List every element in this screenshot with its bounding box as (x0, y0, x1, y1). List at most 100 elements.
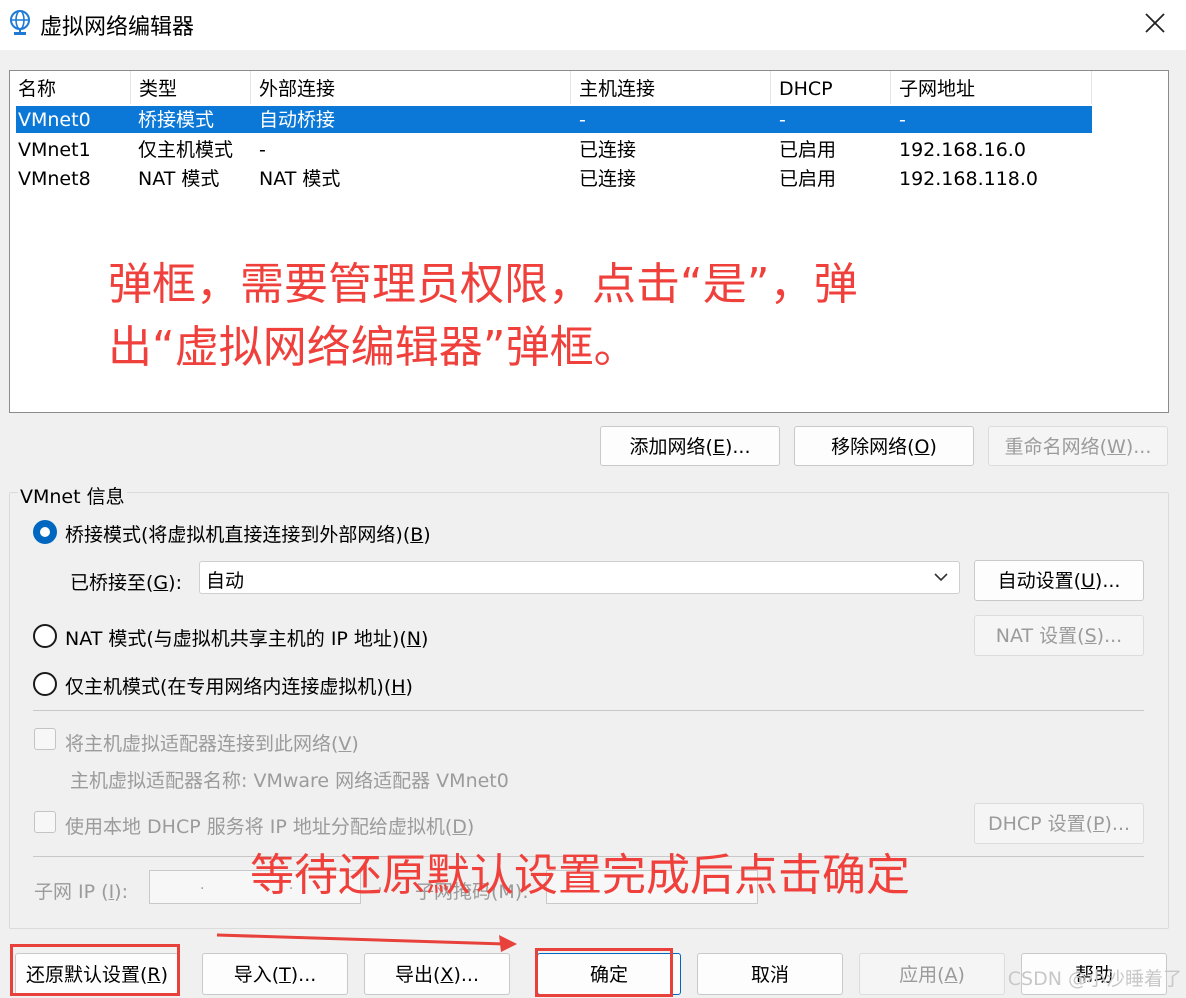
subnet-ip-suffix: ): (114, 881, 128, 903)
close-button[interactable] (1124, 0, 1186, 46)
row-type: 仅主机模式 (138, 139, 234, 161)
connect-adapter-accel: V (338, 733, 352, 755)
dhcp-settings-accel: P (1093, 813, 1105, 835)
remove-network-accel: O (914, 436, 930, 458)
apply-accel: A (944, 964, 958, 986)
row-external: 自动桥接 (259, 109, 336, 131)
nat-settings-accel: S (1084, 625, 1097, 647)
remove-network-button[interactable]: 移除网络(O) (794, 426, 974, 466)
table-row[interactable]: VMnet8 NAT 模式 NAT 模式 已连接 已启用 192.168.118… (16, 165, 1092, 192)
bridged-suffix: ) (423, 524, 431, 546)
row-subnet: - (899, 109, 906, 131)
host-only-text: 仅主机模式(在专用网络内连接虚拟机)( (65, 676, 392, 698)
auto-settings-button[interactable]: 自动设置(U)... (974, 560, 1144, 601)
highlight-ok-box (535, 948, 673, 997)
table-row[interactable]: VMnet1 仅主机模式 - 已连接 已启用 192.168.16.0 (16, 136, 1092, 163)
connect-adapter-label[interactable]: 将主机虚拟适配器连接到此网络(V) (65, 729, 359, 756)
row-external: NAT 模式 (259, 168, 341, 190)
column-header-dhcp[interactable]: DHCP (771, 71, 891, 104)
rename-network-accel: W (1107, 436, 1126, 458)
row-name: VMnet0 (18, 109, 91, 131)
cancel-button[interactable]: 取消 (697, 953, 843, 995)
auto-settings-suffix: )... (1094, 570, 1121, 592)
import-suffix: )... (290, 964, 317, 986)
table-row[interactable]: VMnet0 桥接模式 自动桥接 - - - (16, 106, 1092, 133)
watermark: CSDN @小沙睡着了 (1007, 968, 1182, 990)
add-network-suffix: )... (724, 436, 751, 458)
nat-settings-button[interactable]: NAT 设置(S)... (974, 615, 1144, 656)
bridged-to-label: 已桥接至(G): (70, 568, 182, 595)
bridged-to-suffix: ): (168, 572, 182, 594)
bridged-text: 桥接模式(将虚拟机直接连接到外部网络)( (65, 524, 411, 546)
column-header-subnet[interactable]: 子网地址 (891, 71, 1092, 104)
remove-network-suffix: ) (929, 436, 937, 458)
host-only-label[interactable]: 仅主机模式(在专用网络内连接虚拟机)(H) (65, 672, 413, 699)
use-dhcp-text: 使用本地 DHCP 服务将 IP 地址分配给虚拟机( (65, 816, 453, 838)
nat-text: NAT 模式(与虚拟机共享主机的 IP 地址)( (65, 628, 407, 650)
bridged-to-select[interactable]: 自动 (199, 561, 960, 594)
use-dhcp-suffix: ) (466, 816, 475, 838)
dhcp-settings-button[interactable]: DHCP 设置(P)... (974, 803, 1144, 844)
remove-network-label: 移除网络( (831, 436, 915, 458)
export-accel: X (440, 964, 454, 986)
chevron-down-icon (934, 573, 948, 582)
export-suffix: )... (453, 964, 479, 986)
row-subnet: 192.168.118.0 (899, 168, 1039, 190)
nat-suffix: ) (420, 628, 429, 650)
dhcp-settings-label: DHCP 设置( (987, 813, 1094, 835)
subnet-ip-label: 子网 IP (I): (34, 877, 128, 904)
annotation-top-line2: 出“虚拟网络编辑器”弹框。 (108, 322, 638, 373)
add-network-button[interactable]: 添加网络(E)... (600, 426, 780, 466)
add-network-label: 添加网络( (629, 436, 713, 458)
annotation-bottom: 等待还原默认设置完成后点击确定 (250, 850, 910, 901)
connect-adapter-suffix: ) (351, 733, 359, 755)
auto-settings-accel: U (1080, 570, 1095, 592)
row-external: - (259, 139, 266, 161)
use-dhcp-checkbox[interactable] (34, 811, 56, 833)
use-dhcp-label[interactable]: 使用本地 DHCP 服务将 IP 地址分配给虚拟机(D) (65, 812, 474, 839)
column-header-type[interactable]: 类型 (131, 71, 251, 104)
rename-network-label: 重命名网络( (1004, 436, 1108, 458)
import-accel: T (279, 964, 291, 986)
dhcp-settings-suffix: )... (1104, 813, 1131, 835)
nat-settings-suffix: )... (1096, 625, 1123, 647)
globe-network-icon (10, 10, 30, 35)
subnet-ip-text: 子网 IP ( (34, 881, 109, 903)
column-header-host[interactable]: 主机连接 (571, 71, 771, 104)
host-only-accel: H (391, 676, 406, 698)
rename-network-button[interactable]: 重命名网络(W)... (988, 426, 1168, 466)
row-host: 已连接 (579, 139, 637, 161)
apply-suffix: ) (957, 964, 965, 986)
connect-adapter-checkbox[interactable] (34, 728, 56, 750)
vmnet-info-title: VMnet 信息 (18, 482, 127, 509)
nat-accel: N (406, 628, 421, 650)
import-button[interactable]: 导入(T)... (202, 953, 348, 995)
row-host: - (579, 109, 586, 131)
row-subnet: 192.168.16.0 (899, 139, 1026, 161)
export-button[interactable]: 导出(X)... (364, 953, 510, 995)
bridged-to-text: 已桥接至( (70, 572, 154, 594)
apply-button[interactable]: 应用(A) (859, 953, 1005, 995)
nat-radio[interactable] (33, 624, 57, 648)
column-header-external[interactable]: 外部连接 (251, 71, 571, 104)
bridged-accel: B (410, 524, 424, 546)
column-header-name[interactable]: 名称 (10, 71, 131, 104)
row-dhcp: 已启用 (779, 168, 837, 190)
row-name: VMnet1 (18, 139, 91, 161)
nat-label[interactable]: NAT 模式(与虚拟机共享主机的 IP 地址)(N) (65, 624, 428, 651)
bridged-to-accel: G (153, 572, 169, 594)
title-bar: 虚拟网络编辑器 (0, 0, 1186, 50)
row-type: NAT 模式 (138, 168, 220, 190)
row-type: 桥接模式 (138, 109, 215, 131)
auto-settings-label: 自动设置( (997, 570, 1081, 592)
row-name: VMnet8 (18, 168, 91, 190)
divider (33, 710, 1144, 711)
apply-label: 应用( (899, 964, 945, 986)
connect-adapter-text: 将主机虚拟适配器连接到此网络( (65, 733, 339, 755)
row-dhcp: 已启用 (779, 139, 837, 161)
annotation-top-line1: 弹框，需要管理员权限，点击“是”，弹 (108, 259, 858, 310)
bridged-label[interactable]: 桥接模式(将虚拟机直接连接到外部网络)(B) (65, 520, 431, 547)
host-only-radio[interactable] (33, 672, 57, 696)
bridged-radio[interactable] (33, 520, 57, 544)
export-label: 导出( (395, 964, 441, 986)
